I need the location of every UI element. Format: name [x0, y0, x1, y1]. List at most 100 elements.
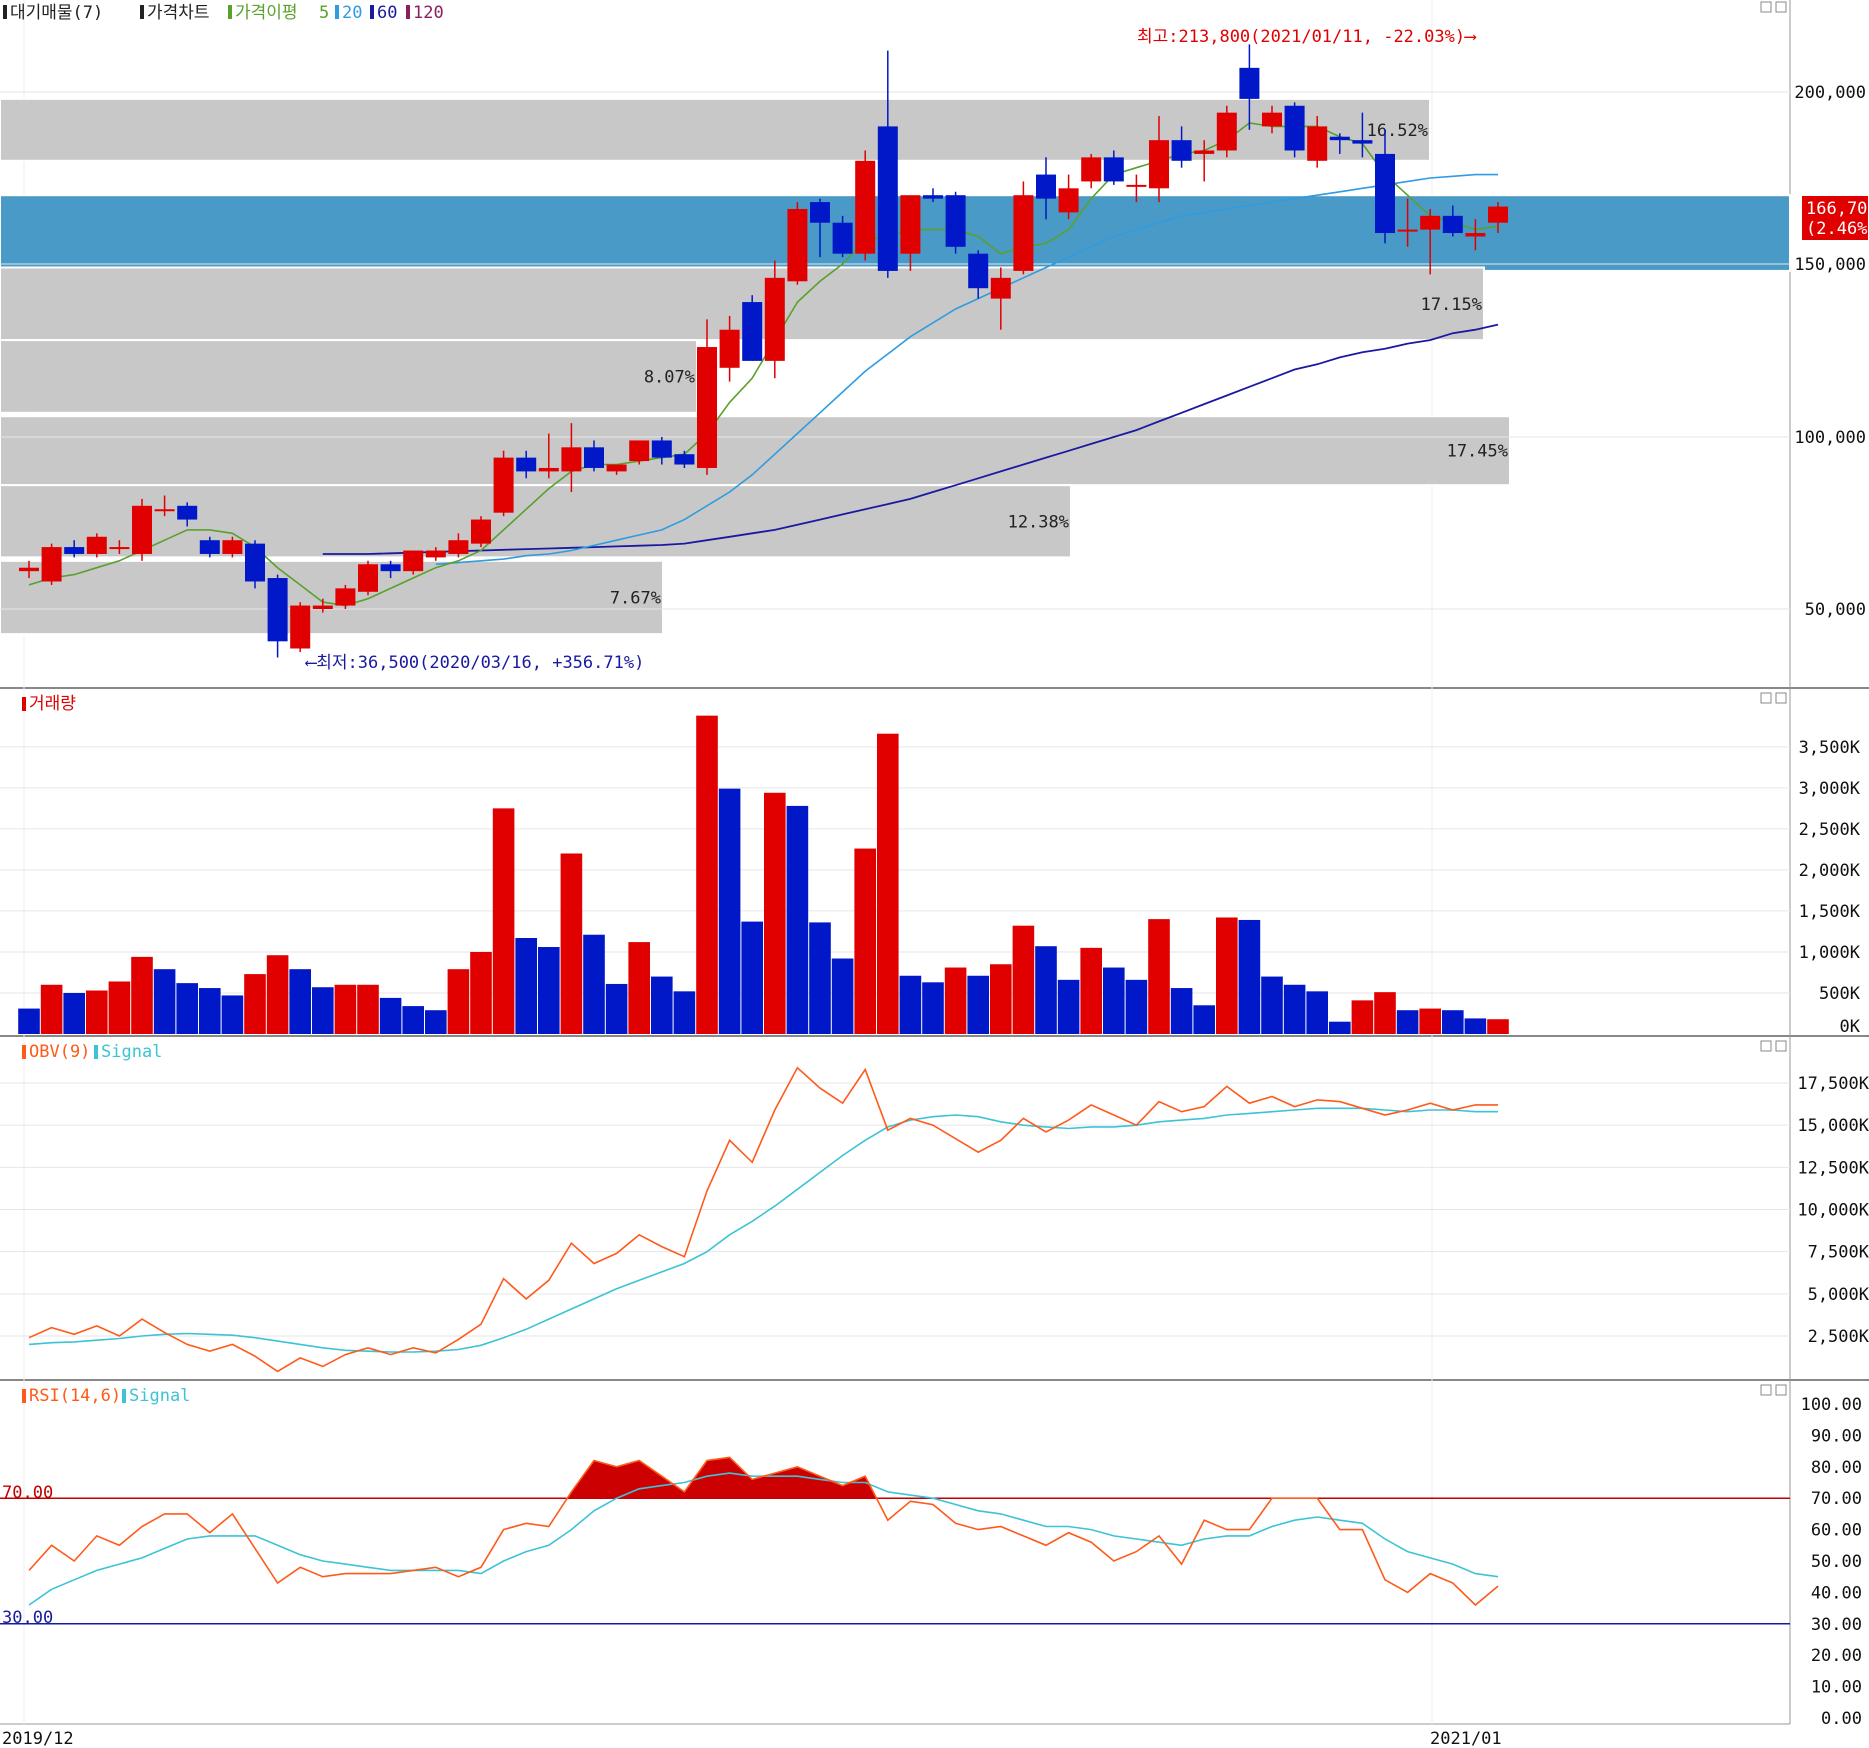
volume-bar: [786, 805, 809, 1034]
supply-zone: [0, 559, 664, 636]
volume-bar: [470, 951, 492, 1034]
volume-tick-label: 500K: [1819, 984, 1861, 1004]
candle-body: [832, 222, 853, 254]
price-tick-label: 100,000: [1794, 428, 1866, 448]
obv-tick-label: 17,500K: [1797, 1074, 1869, 1094]
candle-body: [154, 509, 175, 512]
candle-body: [1442, 215, 1463, 234]
candle-body: [177, 505, 198, 520]
candle-body: [538, 467, 559, 472]
candle-body: [945, 195, 966, 247]
volume-bar: [1283, 984, 1306, 1034]
rsi-overbought-area: [567, 1457, 877, 1499]
rsi-gridlines: [0, 1497, 1790, 1625]
price-tick-label: 150,000: [1794, 255, 1866, 275]
volume-bar: [312, 987, 334, 1034]
legend-supply: 대기매물(7): [10, 3, 103, 23]
volume-bar: [944, 967, 967, 1034]
candle-body: [1013, 195, 1034, 271]
candle-body: [1171, 140, 1192, 161]
candle-body: [493, 457, 514, 513]
volume-tick-label: 1,000K: [1799, 943, 1861, 963]
obv-tick-label: 5,000K: [1808, 1285, 1869, 1305]
candle-body: [719, 329, 740, 368]
candle-body: [64, 547, 85, 554]
candle-body: [1352, 140, 1373, 144]
candle-body: [312, 605, 333, 609]
supply-zone: [0, 97, 1431, 162]
candle-body: [403, 550, 424, 572]
volume-bar: [244, 974, 266, 1034]
volume-bar: [176, 983, 198, 1034]
candle-body: [787, 208, 808, 282]
candle-body: [1126, 184, 1147, 187]
candle-body: [900, 195, 921, 254]
obv-tick-label: 7,500K: [1808, 1243, 1869, 1263]
volume-bar: [1012, 925, 1035, 1034]
last-price-tag: 166,700 (2.46%): [1802, 196, 1869, 240]
volume-bar: [153, 969, 176, 1034]
candle-body: [1397, 229, 1418, 232]
volume-bar: [628, 942, 650, 1034]
volume-bar: [447, 969, 470, 1034]
rsi-signal-legend: Signal: [129, 1386, 190, 1406]
volume-bar: [1080, 947, 1102, 1034]
volume-bar: [402, 1006, 424, 1034]
volume-bar: [1103, 967, 1125, 1034]
volume-tick-label: 2,000K: [1799, 861, 1861, 881]
volume-bar: [334, 984, 357, 1034]
volume-bar: [922, 982, 944, 1034]
volume-bar: [1396, 1010, 1419, 1034]
zone-percent: 17.15%: [1421, 295, 1482, 315]
volume-bar: [199, 988, 221, 1034]
candle-body: [1420, 215, 1441, 230]
low-annotation: ⟵최저:36,500(2020/03/16, +356.71%): [305, 653, 644, 673]
candle-body: [109, 547, 130, 550]
volume-bar: [560, 853, 583, 1034]
supply-zone: [0, 339, 698, 414]
supply-zone: [0, 266, 1485, 342]
candle-body: [1488, 206, 1508, 223]
candle-body: [471, 519, 491, 544]
volume-bar: [86, 990, 108, 1034]
price-tick-label: 50,000: [1805, 600, 1866, 620]
candle-body: [1058, 188, 1079, 213]
rsi-tick-label: 70.00: [1811, 1489, 1862, 1509]
volume-bars: [18, 715, 1509, 1034]
rsi-tick-label: 50.00: [1811, 1552, 1862, 1572]
rsi-tick-label: 20.00: [1811, 1646, 1862, 1666]
volume-bar: [1464, 1018, 1487, 1034]
volume-axis: 3,500K 3,000K 2,500K 2,000K 1,500K 1,000K 500K…: [1799, 738, 1861, 1037]
rsi-tick-label: 60.00: [1811, 1521, 1862, 1541]
candle-body: [1081, 157, 1102, 182]
volume-bar: [764, 792, 786, 1034]
price-tick-label: 200,000: [1794, 83, 1866, 103]
volume-bar: [1216, 917, 1238, 1034]
supply-zone: [0, 484, 1072, 559]
obv-axis: 17,500K 15,000K 12,500K 10,000K 7,500K 5,000K…: [1797, 1074, 1869, 1347]
candle-body: [1262, 112, 1282, 127]
last-price: 166,700: [1806, 199, 1869, 219]
zone-percent: 8.07%: [644, 367, 695, 387]
x-label-start: 2019/12: [2, 1729, 74, 1748]
volume-bar: [357, 984, 379, 1034]
candle-body: [290, 605, 311, 649]
volume-bar: [899, 975, 922, 1034]
candle-body: [41, 547, 62, 582]
volume-bar: [854, 848, 876, 1034]
candle-body: [1239, 67, 1260, 99]
candle-body: [877, 126, 898, 271]
rsi-legend: RSI(14,6): [29, 1386, 121, 1406]
volume-bar: [718, 788, 741, 1034]
volume-bar: [1261, 976, 1283, 1034]
candle-body: [1307, 126, 1328, 161]
rsi-tick-label: 0.00: [1821, 1709, 1862, 1729]
candle-body: [1216, 112, 1237, 151]
volume-tick-label: 0K: [1840, 1017, 1861, 1037]
rsi-level-high: 70.00: [2, 1483, 53, 1503]
rsi-tick-label: 90.00: [1811, 1426, 1862, 1446]
volume-bar: [538, 947, 560, 1034]
volume-bar: [741, 921, 763, 1034]
obv-tick-label: 12,500K: [1797, 1158, 1869, 1178]
volume-bar: [1125, 979, 1148, 1034]
